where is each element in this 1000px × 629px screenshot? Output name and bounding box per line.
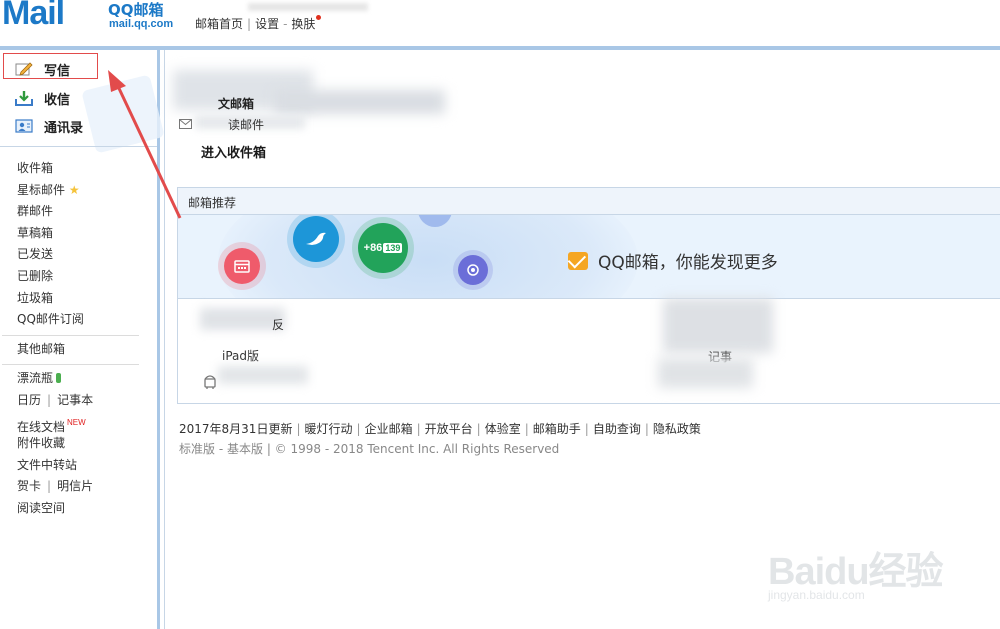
footer-open-platform-link[interactable]: 开放平台 xyxy=(425,422,473,436)
radar-app-icon xyxy=(458,255,488,285)
promo-banner[interactable]: +86 139 QQ邮箱，你能发现更多 xyxy=(178,215,1000,299)
blurred-item xyxy=(658,358,753,388)
footer-assistant-link[interactable]: 邮箱助手 xyxy=(533,422,581,436)
copyright-text: © 1998 - 2018 Tencent Inc. All Rights Re… xyxy=(274,442,560,456)
online-docs[interactable]: 在线文档 NEW xyxy=(17,412,139,434)
envelope-icon xyxy=(179,118,192,132)
blurred-text xyxy=(275,90,445,114)
sidebar: 写信 收信 通讯录 收件箱 星标邮件 ★ 群邮件 草稿箱 已发送 已删除 垃圾箱… xyxy=(0,50,165,629)
brand-domain: mail.qq.com xyxy=(109,18,174,30)
recommendation-panel: 邮箱推荐 +86 139 QQ邮箱，你能发现更多 反 iPad版 记事 xyxy=(177,187,1000,404)
contacts-icon xyxy=(14,117,34,135)
basic-version-link[interactable]: 基本版 xyxy=(227,442,263,456)
greeting-card-link[interactable]: 贺卡 xyxy=(17,479,41,493)
header: Mail QQ邮箱 mail.qq.com 邮箱首页 | 设置 - 换肤 xyxy=(0,0,1000,46)
calendar-link[interactable]: 日历 xyxy=(17,393,41,407)
ipad-version-link[interactable]: iPad版 xyxy=(222,347,259,364)
sidebar-actions: 写信 收信 通讯录 xyxy=(0,50,165,154)
receive-label: 收信 xyxy=(44,92,71,108)
contacts-button[interactable]: 通讯录 xyxy=(14,115,83,137)
folder-divider xyxy=(2,364,139,366)
footer-copyright: 标准版 - 基本版 | © 1998 - 2018 Tencent Inc. A… xyxy=(179,442,560,456)
compose-label: 写信 xyxy=(44,63,71,79)
folder-deleted[interactable]: 已删除 xyxy=(17,266,139,288)
receive-button[interactable]: 收信 xyxy=(14,87,70,109)
banner-slogan: QQ邮箱，你能发现更多 xyxy=(568,248,778,273)
enter-inbox-link[interactable]: 进入收件箱 xyxy=(201,142,266,161)
calendar-notepad-row: 日历 | 记事本 xyxy=(17,392,94,407)
watermark-sub: jingyan.baidu.com xyxy=(768,588,865,602)
reading-space[interactable]: 阅读空间 xyxy=(17,498,139,520)
sidebar-decoration xyxy=(81,74,165,154)
drift-bottle[interactable]: 漂流瓶 xyxy=(17,368,139,390)
baidu-watermark: Baidu经验 jingyan.baidu.com xyxy=(760,520,960,620)
notepad-link[interactable]: 记事本 xyxy=(57,393,93,407)
unread-summary: 读邮件 xyxy=(179,116,264,133)
folder-starred-label: 星标邮件 xyxy=(17,182,66,197)
footer-light-link[interactable]: 暖灯行动 xyxy=(305,422,353,436)
card-postcard-row: 贺卡 | 明信片 xyxy=(17,479,94,494)
standard-version-label: 标准版 xyxy=(179,442,216,456)
phone-number-badge: 139 xyxy=(383,243,403,253)
watermark-main: Baidu经验 xyxy=(768,551,944,593)
folder-inbox[interactable]: 收件箱 xyxy=(17,158,139,180)
folder-divider xyxy=(2,334,139,336)
home-link[interactable]: 邮箱首页 xyxy=(195,17,243,31)
folder-starred[interactable]: 星标邮件 ★ xyxy=(17,180,139,202)
panel-header: 邮箱推荐 xyxy=(178,188,1000,215)
mail-envelope-icon xyxy=(568,251,588,270)
phone-app-icon: +86 139 xyxy=(358,223,408,273)
star-icon: ★ xyxy=(68,182,80,197)
compose-button[interactable]: 写信 xyxy=(14,58,70,80)
file-transfer[interactable]: 文件中转站 xyxy=(17,455,139,477)
folder-spam[interactable]: 垃圾箱 xyxy=(17,288,139,310)
folder-subscriptions[interactable]: QQ邮件订阅 xyxy=(17,309,139,331)
settings-link[interactable]: 设置 xyxy=(255,17,279,31)
skin-link[interactable]: 换肤 xyxy=(291,17,315,31)
blurred-account-name xyxy=(248,3,368,11)
folder-sent[interactable]: 已发送 xyxy=(17,244,139,266)
footer-lab-link[interactable]: 体验室 xyxy=(485,422,521,436)
footer-privacy-link[interactable]: 隐私政策 xyxy=(653,422,701,436)
pencil-icon xyxy=(14,60,34,78)
promo-item-label[interactable]: 反 xyxy=(272,316,284,333)
sidebar-divider xyxy=(0,146,157,147)
bottle-icon xyxy=(56,373,62,384)
bird-app-icon xyxy=(293,216,339,262)
footer-update-link[interactable]: 2017年8月31日更新 xyxy=(179,422,292,436)
footer-self-service-link[interactable]: 自助查询 xyxy=(593,422,641,436)
phone-prefix: +86 xyxy=(363,242,383,254)
postcard-link[interactable]: 明信片 xyxy=(57,479,93,493)
footer-enterprise-link[interactable]: 企业邮箱 xyxy=(365,422,413,436)
folder-drafts[interactable]: 草稿箱 xyxy=(17,223,139,245)
android-icon xyxy=(202,373,218,393)
folder-group[interactable]: 群邮件 xyxy=(17,201,139,223)
folder-list: 收件箱 星标邮件 ★ 群邮件 草稿箱 已发送 已删除 垃圾箱 QQ邮件订阅 其他… xyxy=(2,158,139,520)
other-mailbox[interactable]: 其他邮箱 xyxy=(17,339,139,361)
footer-links: 2017年8月31日更新 | 暖灯行动 | 企业邮箱 | 开放平台 | 体验室 | 邮箱助手 | 自助查… xyxy=(179,422,701,436)
logo[interactable]: Mail xyxy=(2,0,65,33)
inbox-download-icon xyxy=(14,89,34,107)
panel-title: 邮箱推荐 xyxy=(188,196,237,210)
unread-text[interactable]: 读邮件 xyxy=(228,116,264,133)
new-badge: NEW xyxy=(67,417,86,427)
contacts-label: 通讯录 xyxy=(44,120,84,136)
brand-name: QQ邮箱 xyxy=(108,1,164,19)
attachment-favorites[interactable]: 附件收藏 xyxy=(17,433,139,455)
banner-slogan-text: QQ邮箱，你能发现更多 xyxy=(598,253,778,273)
top-links: 邮箱首页 | 设置 - 换肤 xyxy=(195,15,322,32)
partial-heading: 文邮箱 xyxy=(218,97,255,111)
notification-dot xyxy=(316,15,322,20)
online-docs-label: 在线文档 xyxy=(17,419,66,434)
blurred-item xyxy=(663,298,773,353)
blurred-item xyxy=(218,366,308,384)
calendar-app-icon xyxy=(224,248,260,284)
drift-bottle-label: 漂流瓶 xyxy=(17,371,54,386)
